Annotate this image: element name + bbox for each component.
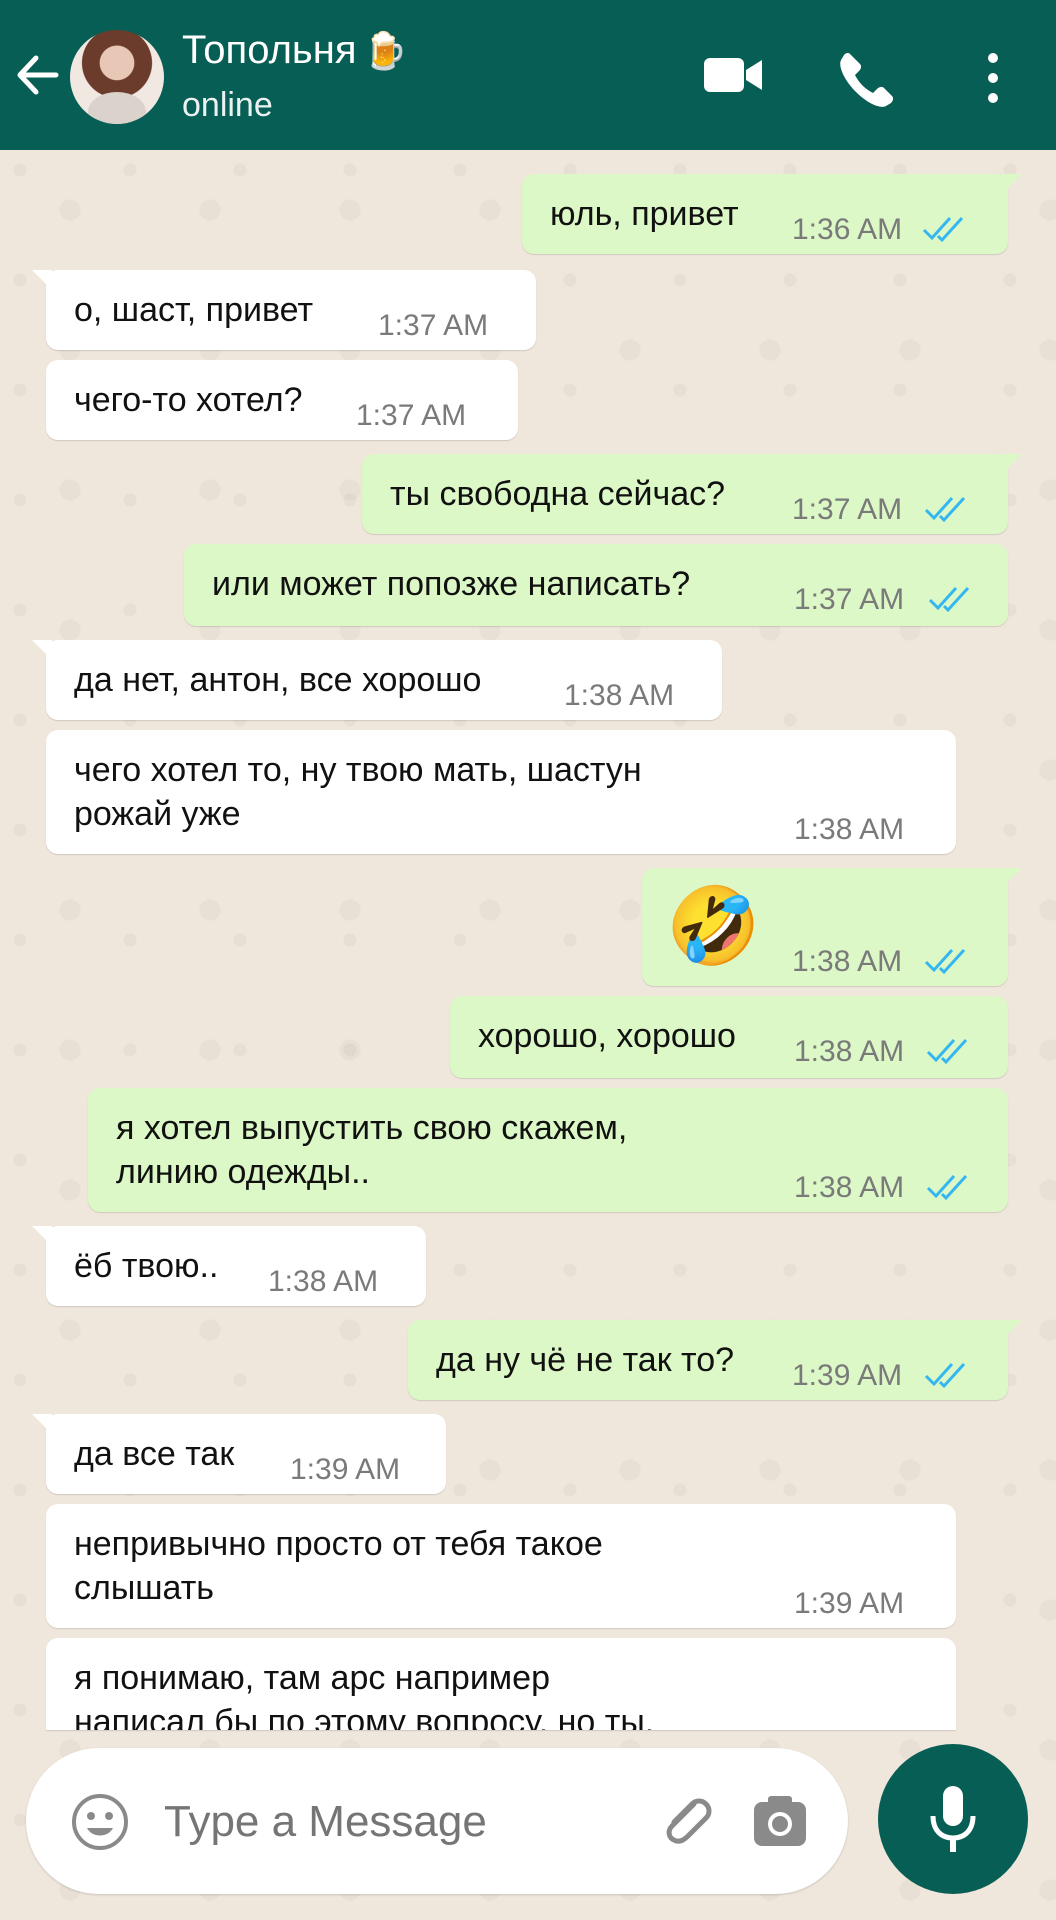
message-bubble-outgoing[interactable]: да ну чё не так то? 1:39 AM [408, 1320, 1022, 1400]
message-text: хорошо, хорошо [478, 1017, 736, 1055]
beer-emoji: 🍺 [362, 29, 408, 71]
more-menu-icon[interactable] [978, 48, 1008, 108]
double-check-icon [928, 586, 970, 613]
message-bubble-incoming[interactable]: ёб твою.. 1:38 AM [32, 1226, 426, 1306]
message-bubble-incoming[interactable]: чего-то хотел? 1:37 AM [46, 360, 518, 440]
message-text: да все так [74, 1435, 235, 1473]
back-arrow-icon[interactable] [12, 48, 62, 102]
contact-avatar[interactable] [70, 30, 164, 124]
message-time: 1:37 AM [356, 399, 467, 432]
message-bubble-incoming[interactable]: да нет, антон, все хорошо 1:38 AM [32, 640, 722, 720]
message-time: 1:38 AM [794, 813, 905, 846]
message-time: 1:38 AM [792, 945, 903, 978]
message-text: ёб твою.. [74, 1247, 219, 1285]
message-bubble-incoming[interactable]: да все так 1:39 AM [32, 1414, 446, 1494]
message-time: 1:38 AM [268, 1265, 379, 1298]
message-bubble-incoming[interactable]: чего хотел то, ну твою мать, шастун рожа… [46, 730, 956, 854]
message-time: 1:39 AM [794, 1587, 905, 1620]
message-bubble-incoming-partial[interactable]: я понимаю, там арс например написал бы п… [46, 1638, 956, 1730]
emoji-icon[interactable] [70, 1792, 130, 1852]
message-bubble-outgoing[interactable]: или может попозже написать? 1:37 AM [184, 544, 1008, 626]
message-bubble-incoming[interactable]: о, шаст, привет 1:37 AM [32, 270, 536, 350]
message-bubble-outgoing[interactable]: юль, привет 1:36 AM [522, 174, 1022, 254]
message-time: 1:37 AM [792, 493, 903, 526]
message-text: непривычно просто от тебя такое слышать [74, 1525, 603, 1607]
message-time: 1:39 AM [290, 1453, 401, 1486]
message-time: 1:36 AM [792, 213, 903, 246]
attach-icon[interactable] [654, 1790, 718, 1854]
mic-icon [930, 1786, 976, 1852]
message-bubble-outgoing[interactable]: хорошо, хорошо 1:38 AM [450, 996, 1008, 1078]
message-composer [26, 1748, 848, 1894]
message-bubble-incoming[interactable]: непривычно просто от тебя такое слышать … [46, 1504, 956, 1628]
phone-call-icon[interactable] [834, 48, 894, 108]
message-bubble-outgoing[interactable]: 🤣 1:38 AM [642, 868, 1022, 986]
camera-icon[interactable] [750, 1792, 810, 1850]
double-check-icon [922, 216, 964, 243]
message-bubble-outgoing[interactable]: ты свободна сейчас? 1:37 AM [362, 454, 1022, 534]
message-text: ты свободна сейчас? [390, 475, 726, 513]
message-text: о, шаст, привет [74, 291, 314, 329]
double-check-icon [924, 496, 966, 523]
chat-header: Топольня 🍺 online [0, 0, 1056, 150]
message-time: 1:38 AM [794, 1035, 905, 1068]
contact-name[interactable]: Топольня 🍺 [182, 28, 407, 73]
message-text: да ну чё не так то? [436, 1341, 735, 1379]
double-check-icon [924, 1362, 966, 1389]
message-time: 1:37 AM [378, 309, 489, 342]
message-time: 1:39 AM [792, 1359, 903, 1392]
double-check-icon [926, 1038, 968, 1065]
contact-status: online [182, 86, 273, 124]
message-text: чего-то хотел? [74, 381, 303, 419]
double-check-icon [926, 1174, 968, 1201]
contact-name-text: Топольня [182, 28, 357, 72]
voice-record-button[interactable] [878, 1744, 1028, 1894]
message-input[interactable] [162, 1788, 626, 1856]
message-text: да нет, антон, все хорошо [74, 661, 482, 699]
message-text: чего хотел то, ну твою мать, шастун рожа… [74, 751, 642, 833]
message-text: я хотел выпустить свою скажем, линию оде… [116, 1109, 628, 1191]
message-bubble-outgoing[interactable]: я хотел выпустить свою скажем, линию оде… [88, 1088, 1008, 1212]
message-time: 1:38 AM [794, 1171, 905, 1204]
emoji-rofl: 🤣 [666, 884, 761, 969]
message-text: я понимаю, там арс например написал бы п… [74, 1659, 655, 1730]
double-check-icon [924, 948, 966, 975]
message-text: или может попозже написать? [212, 565, 691, 603]
message-time: 1:37 AM [794, 583, 905, 616]
video-call-icon[interactable] [700, 48, 768, 102]
message-time: 1:38 AM [564, 679, 675, 712]
message-text: юль, привет [550, 195, 739, 233]
